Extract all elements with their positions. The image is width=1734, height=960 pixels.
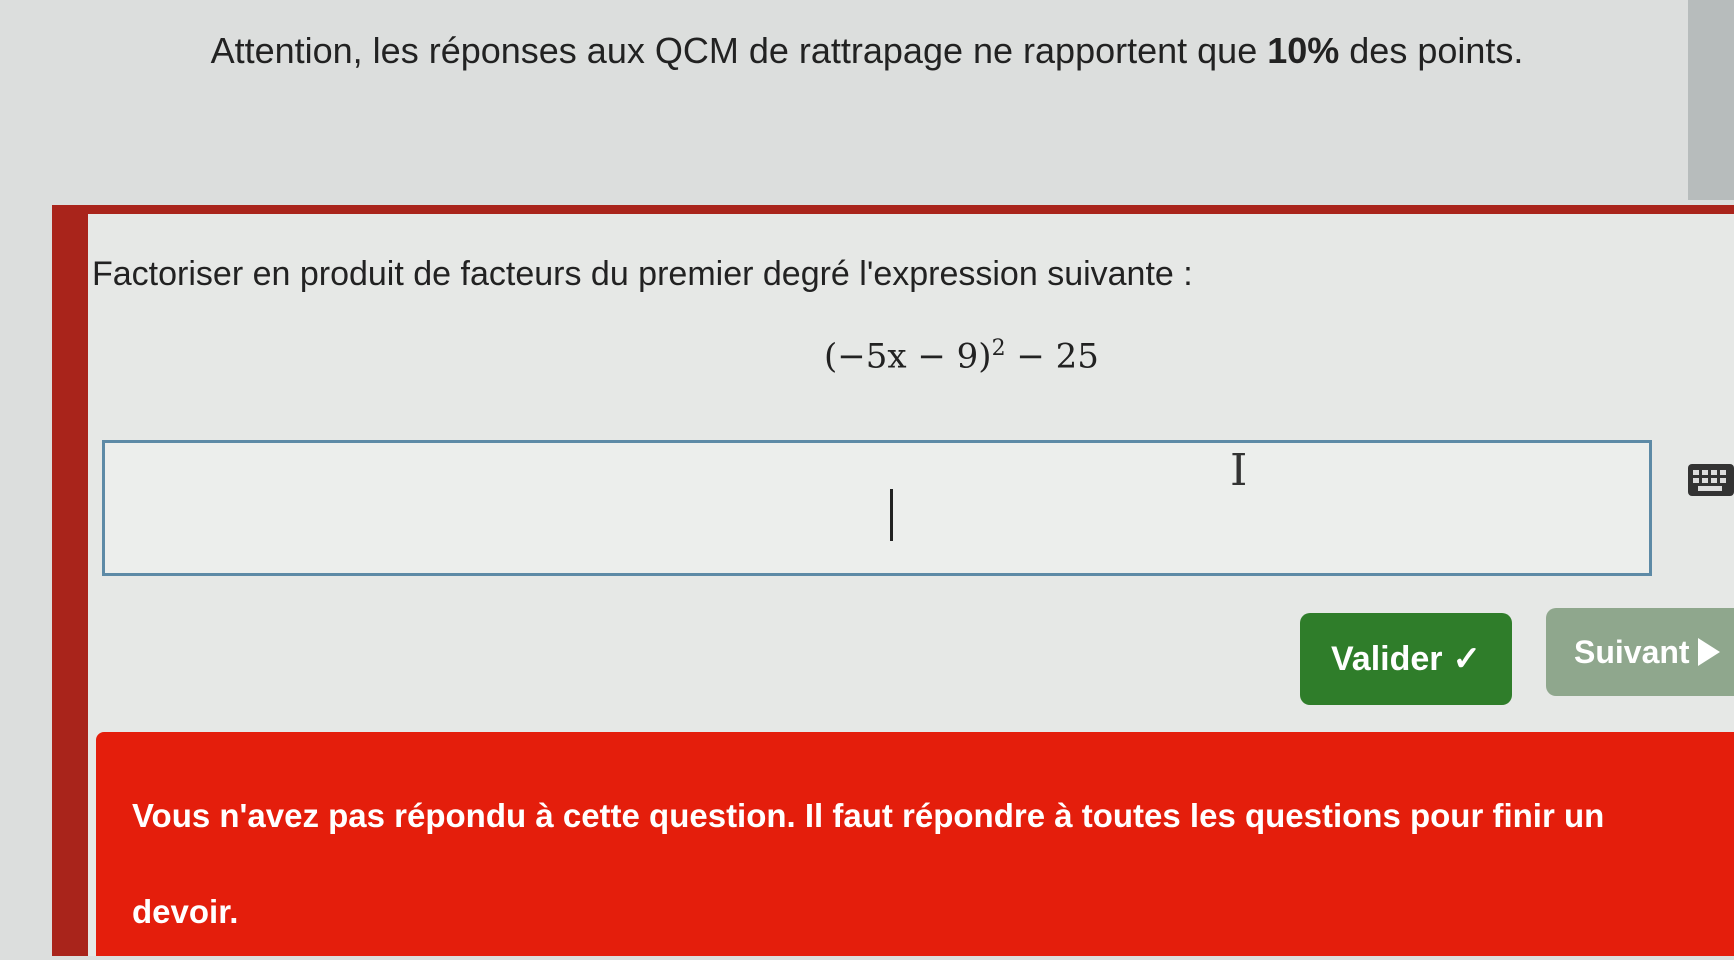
question-prompt: Factoriser en produit de facteurs du pre… bbox=[92, 255, 1193, 293]
notice-text-before: Attention, les réponses aux QCM de rattr… bbox=[210, 30, 1268, 71]
expression-tail: − 25 bbox=[1005, 336, 1099, 377]
text-caret bbox=[890, 489, 893, 541]
valider-label: Valider bbox=[1330, 639, 1443, 678]
expression-base: (−5x − 9) bbox=[824, 336, 992, 377]
expression-exponent: 2 bbox=[991, 336, 1006, 361]
ibeam-cursor-icon: I bbox=[1230, 445, 1248, 496]
checkmark-icon: ✓ bbox=[1452, 640, 1482, 678]
rattrapage-notice: Attention, les réponses aux QCM de rattr… bbox=[0, 30, 1734, 72]
notice-percent: 10% bbox=[1267, 30, 1340, 71]
suivant-button[interactable]: Suivant bbox=[1546, 608, 1734, 696]
error-message: Vous n'avez pas répondu à cette question… bbox=[132, 797, 1605, 930]
notice-text-after: des points. bbox=[1339, 30, 1524, 71]
play-arrow-icon bbox=[1697, 638, 1720, 666]
suivant-label: Suivant bbox=[1574, 633, 1690, 670]
valider-button[interactable]: Valider ✓ bbox=[1300, 613, 1512, 705]
math-expression: (−5x − 9)2 − 25 bbox=[824, 336, 1099, 376]
side-panel-edge bbox=[1688, 0, 1734, 200]
answer-input[interactable]: I bbox=[102, 440, 1652, 576]
virtual-keyboard-icon[interactable] bbox=[1688, 464, 1734, 496]
error-banner: Vous n'avez pas répondu à cette question… bbox=[96, 732, 1734, 956]
